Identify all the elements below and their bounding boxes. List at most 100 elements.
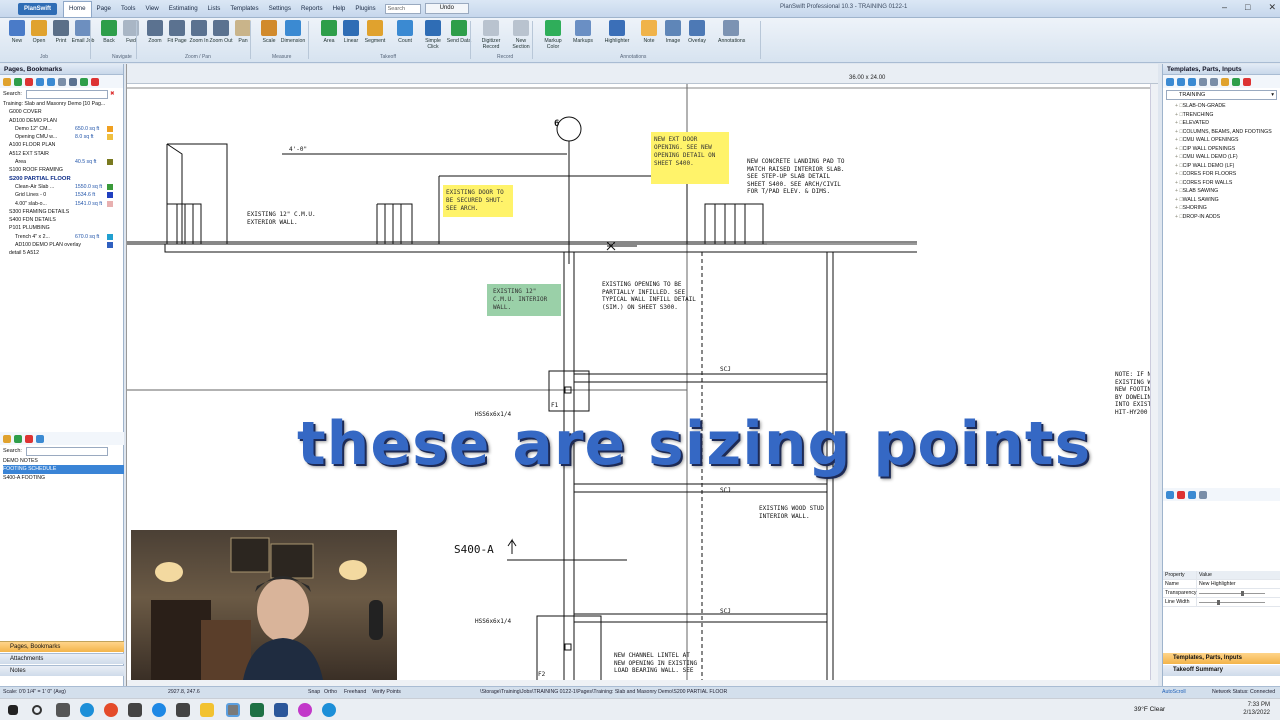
transparency-slider[interactable] bbox=[1197, 589, 1267, 597]
template-folder[interactable]: SLAB SAWING bbox=[1175, 187, 1280, 196]
add-icon[interactable] bbox=[14, 77, 22, 86]
ribbon-button-26[interactable]: Overlay bbox=[684, 20, 710, 44]
tree-item[interactable]: S200 PARTIAL FLOOR bbox=[3, 175, 123, 183]
refresh-icon[interactable] bbox=[1177, 77, 1185, 86]
color-swatch[interactable] bbox=[107, 242, 113, 249]
app-icon[interactable] bbox=[128, 703, 142, 717]
close-icon[interactable]: ✕ bbox=[1268, 2, 1276, 13]
link-icon[interactable] bbox=[69, 77, 77, 86]
tree-item[interactable]: Trench 4" x 2... 670.0 sq ft bbox=[3, 233, 123, 241]
task-view-icon[interactable] bbox=[56, 703, 70, 717]
template-folder[interactable]: ELEVATED bbox=[1175, 119, 1280, 128]
tree-item[interactable]: Opening CMU w... 8.0 sq ft bbox=[3, 133, 123, 141]
tree-item[interactable]: Clean-Air Slab ... 1550.0 sq ft bbox=[3, 183, 123, 191]
list-item-selected[interactable]: FOOTING SCHEDULE bbox=[3, 465, 124, 474]
ribbon-button-24[interactable]: Note bbox=[636, 20, 662, 44]
color-swatch[interactable] bbox=[107, 233, 113, 240]
tree-item[interactable]: S100 ROOF FRAMING bbox=[3, 166, 123, 174]
tree-item[interactable]: Training: Slab and Masonry Demo [10 Pag.… bbox=[3, 100, 123, 108]
ribbon-button-23[interactable]: Highlighter bbox=[604, 20, 630, 44]
template-folder[interactable]: CIP WALL DEMO (LF) bbox=[1175, 162, 1280, 171]
maximize-icon[interactable]: □ bbox=[1245, 2, 1250, 13]
sort-icon[interactable] bbox=[1199, 77, 1207, 86]
ribbon-button-25[interactable]: Image bbox=[660, 20, 686, 44]
undo-button[interactable]: Undo bbox=[424, 3, 469, 14]
tree-item[interactable]: A512 EXT STAIR bbox=[3, 150, 123, 158]
accordion-notes[interactable]: Notes bbox=[0, 665, 124, 676]
tree-item[interactable]: Demo 12" CM... 650.0 sq ft bbox=[3, 125, 123, 133]
accordion-templates[interactable]: Templates, Parts, Inputs bbox=[1163, 653, 1280, 664]
property-row[interactable]: Name New Highlighter bbox=[1163, 580, 1280, 589]
highlight-note-green[interactable]: EXISTING 12" C.M.U. INTERIOR WALL. bbox=[487, 284, 561, 316]
color-swatch[interactable] bbox=[107, 192, 113, 199]
template-folder[interactable]: CMU WALL DEMO (LF) bbox=[1175, 153, 1280, 162]
add-icon[interactable] bbox=[14, 434, 22, 443]
ribbon-button-5[interactable]: Fwd bbox=[118, 20, 144, 44]
highlight-note[interactable]: EXISTING DOOR TO BE SECURED SHUT. SEE AR… bbox=[443, 185, 513, 217]
color-swatch[interactable] bbox=[107, 159, 113, 166]
menu-page[interactable]: Page bbox=[92, 0, 116, 18]
properties-icon[interactable] bbox=[36, 77, 44, 86]
template-folder[interactable]: CORES FOR WALLS bbox=[1175, 179, 1280, 188]
excel-icon[interactable] bbox=[250, 703, 264, 717]
menu-lists[interactable]: Lists bbox=[203, 0, 226, 18]
tree-item[interactable]: detail 5 A512 bbox=[3, 249, 123, 257]
tree-item[interactable]: 4.00" slab-o... 1541.0 sq ft bbox=[3, 200, 123, 208]
ribbon-button-11[interactable]: Scale bbox=[256, 20, 282, 44]
snap-toggle[interactable]: Snap bbox=[308, 687, 320, 698]
ortho-toggle[interactable]: Ortho bbox=[324, 687, 337, 698]
delete-icon[interactable] bbox=[25, 434, 33, 443]
add-green-icon[interactable] bbox=[80, 77, 88, 86]
line-width-slider[interactable] bbox=[1197, 598, 1267, 606]
property-row[interactable]: Line Width bbox=[1163, 598, 1280, 607]
color-swatch[interactable] bbox=[107, 134, 113, 141]
menu-view[interactable]: View bbox=[140, 0, 163, 18]
menu-estimating[interactable]: Estimating bbox=[164, 0, 203, 18]
color-swatch[interactable] bbox=[107, 183, 113, 190]
search-field[interactable] bbox=[25, 89, 108, 99]
ribbon-button-22[interactable]: Markups bbox=[570, 20, 596, 44]
drawing-canvas[interactable]: 36.00 x 24.00 6 4'-0" EXISTING DOOR TO B… bbox=[126, 64, 1158, 686]
view-icon[interactable] bbox=[1188, 490, 1196, 499]
minimize-icon[interactable] bbox=[1199, 490, 1207, 499]
ribbon-button-16[interactable]: Count bbox=[392, 20, 418, 44]
ribbon-button-21[interactable]: Markup Color bbox=[540, 20, 566, 50]
freehand-toggle[interactable]: Freehand bbox=[344, 687, 366, 698]
menu-reports[interactable]: Reports bbox=[296, 0, 328, 18]
ribbon-button-19[interactable]: Digitizer Record bbox=[478, 20, 504, 50]
tree-item[interactable]: Area 40.5 sq ft bbox=[3, 158, 123, 166]
ribbon-button-12[interactable]: Dimension bbox=[280, 20, 306, 44]
properties-icon[interactable] bbox=[36, 434, 44, 443]
tree-item[interactable]: A100 FLOOR PLAN bbox=[3, 141, 123, 149]
ribbon-button-27[interactable]: Annotations bbox=[718, 20, 745, 44]
minimize-icon[interactable]: – bbox=[1222, 2, 1227, 13]
accordion-takeoff-summary[interactable]: Takeoff Summary bbox=[1163, 665, 1280, 676]
add-icon[interactable] bbox=[1166, 77, 1174, 86]
edge-icon[interactable] bbox=[80, 703, 94, 717]
word-icon[interactable] bbox=[274, 703, 288, 717]
search-field[interactable] bbox=[25, 446, 108, 456]
folder-icon[interactable] bbox=[1221, 77, 1229, 86]
delete-icon[interactable] bbox=[25, 77, 33, 86]
edge-dev-icon[interactable] bbox=[322, 703, 336, 717]
property-value[interactable]: New Highlighter bbox=[1197, 580, 1236, 588]
delete-icon[interactable] bbox=[1177, 490, 1185, 499]
tree-item[interactable]: AD100 DEMO PLAN bbox=[3, 117, 123, 125]
chrome-icon[interactable] bbox=[104, 703, 118, 717]
tree-item[interactable]: P101 PLUMBING bbox=[3, 224, 123, 232]
properties-icon[interactable] bbox=[1188, 77, 1196, 86]
ribbon-button-15[interactable]: Segment bbox=[362, 20, 388, 44]
refresh-icon[interactable] bbox=[47, 77, 55, 86]
folder-icon[interactable] bbox=[3, 77, 11, 86]
menu-plugins[interactable]: Plugins bbox=[350, 0, 380, 18]
color-swatch[interactable] bbox=[107, 125, 113, 132]
verify-points-toggle[interactable]: Verify Points bbox=[372, 687, 401, 698]
ribbon-button-3[interactable]: Email Job bbox=[70, 20, 96, 44]
ribbon-button-10[interactable]: Pan bbox=[230, 20, 256, 44]
ribbon-button-18[interactable]: Send Data bbox=[446, 20, 472, 44]
windows-start-icon[interactable] bbox=[8, 705, 18, 715]
sort-icon[interactable] bbox=[58, 77, 66, 86]
tree-item[interactable]: AD100 DEMO PLAN overlay bbox=[3, 241, 123, 249]
vertical-scrollbar[interactable] bbox=[1150, 84, 1158, 686]
ribbon-button-14[interactable]: Linear bbox=[338, 20, 364, 44]
